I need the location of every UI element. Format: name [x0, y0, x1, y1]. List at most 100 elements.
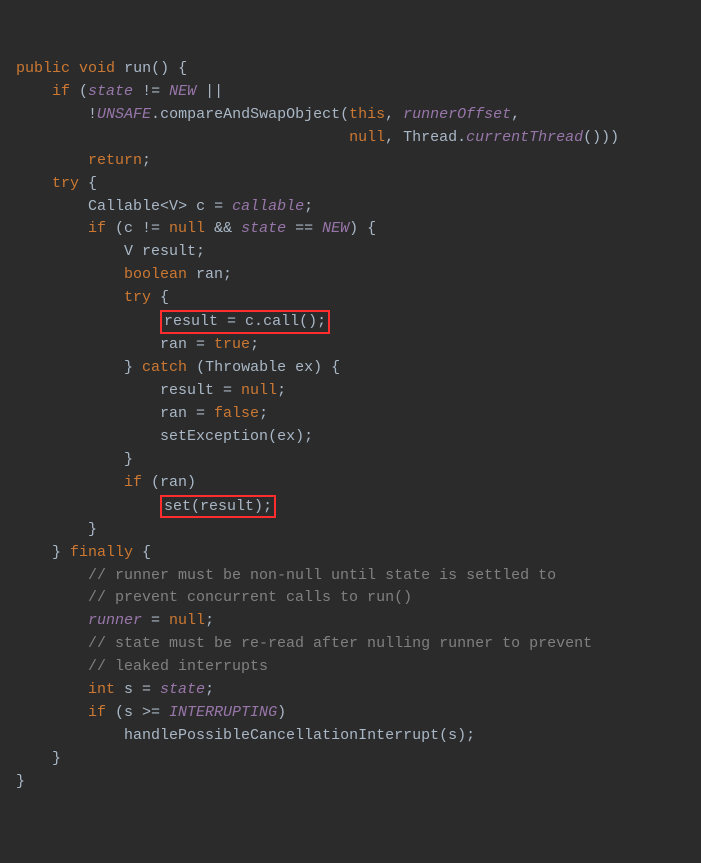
- kw-try: try: [124, 289, 151, 306]
- call-set: set: [164, 498, 191, 515]
- cond: (ran): [142, 474, 196, 491]
- brace: }: [88, 521, 97, 538]
- class-thread: Thread.: [403, 129, 466, 146]
- cond: (s >=: [106, 704, 169, 721]
- kw-this: this: [349, 106, 385, 123]
- kw-public: public: [16, 60, 70, 77]
- op-and: &&: [205, 220, 241, 237]
- field-callable: callable: [232, 198, 304, 215]
- kw-null: null: [349, 129, 385, 146]
- sc: ;: [277, 382, 286, 399]
- brace: }: [124, 359, 133, 376]
- type-v: V: [124, 243, 133, 260]
- decl-ran: ran;: [187, 266, 232, 283]
- paren: ())): [583, 129, 619, 146]
- sc: ;: [304, 198, 313, 215]
- paren: (): [151, 60, 169, 77]
- dot: .: [151, 106, 160, 123]
- sc: ;: [259, 405, 268, 422]
- brace: }: [52, 544, 61, 561]
- comment: // runner must be non-null until state i…: [88, 567, 556, 584]
- field-runner: runner: [88, 612, 142, 629]
- kw-if: if: [124, 474, 142, 491]
- kw-null: null: [241, 382, 277, 399]
- op-eq: ==: [286, 220, 322, 237]
- kw-false: false: [214, 405, 259, 422]
- args: (ex): [268, 428, 304, 445]
- kw-if: if: [88, 220, 106, 237]
- brace: {: [142, 544, 151, 561]
- call-setexception: setException: [160, 428, 268, 445]
- assign-ran: ran =: [160, 336, 214, 353]
- field-state: state: [241, 220, 286, 237]
- brace: }: [124, 451, 133, 468]
- kw-try: try: [52, 175, 79, 192]
- brace: {: [79, 175, 97, 192]
- highlight-box-2: set(result);: [160, 495, 276, 519]
- code-block: public void run() { if (state != NEW || …: [16, 58, 685, 794]
- args: (s): [439, 727, 466, 744]
- call-hpci: handlePossibleCancellationInterrupt: [124, 727, 439, 744]
- kw-if: if: [52, 83, 70, 100]
- kw-finally: finally: [61, 544, 142, 561]
- field-state: state: [160, 681, 205, 698]
- field-ro: runnerOffset: [403, 106, 511, 123]
- comma: ,: [385, 129, 403, 146]
- field-unsafe: UNSAFE: [97, 106, 151, 123]
- op-ne: !=: [133, 83, 169, 100]
- field-state: state: [88, 83, 133, 100]
- const-new: NEW: [169, 83, 196, 100]
- kw-return: return: [88, 152, 142, 169]
- method-run: run: [124, 60, 151, 77]
- kw-boolean: boolean: [124, 266, 187, 283]
- sc: ;: [304, 428, 313, 445]
- call-call: call: [263, 313, 299, 330]
- op-bang: !: [88, 106, 97, 123]
- comment: // prevent concurrent calls to run(): [88, 589, 412, 606]
- type-callable: Callable: [88, 198, 160, 215]
- args: (result): [191, 498, 263, 515]
- sc: ;: [142, 152, 151, 169]
- kw-if: if: [88, 704, 106, 721]
- highlight-box-1: result = c.call();: [160, 310, 330, 334]
- sc: ;: [205, 681, 214, 698]
- assign-ran: ran =: [160, 405, 214, 422]
- call-ct: currentThread: [466, 129, 583, 146]
- paren: (: [340, 106, 349, 123]
- brace: }: [16, 773, 25, 790]
- const-interrupting: INTERRUPTING: [169, 704, 277, 721]
- paren: (: [70, 83, 88, 100]
- gt: >: [178, 198, 187, 215]
- expr: (c !=: [106, 220, 169, 237]
- const-new: NEW: [322, 220, 349, 237]
- comment: // state must be re-read after nulling r…: [88, 635, 592, 652]
- sc: ;: [263, 498, 272, 515]
- comment: // leaked interrupts: [88, 658, 268, 675]
- brace: {: [169, 60, 187, 77]
- brace: ) {: [349, 220, 376, 237]
- catch-param: (Throwable ex) {: [196, 359, 340, 376]
- call-cas: compareAndSwapObject: [160, 106, 340, 123]
- kw-true: true: [214, 336, 250, 353]
- op-or: ||: [196, 83, 223, 100]
- comma: ,: [385, 106, 403, 123]
- sc: ;: [466, 727, 475, 744]
- lt: <: [160, 198, 169, 215]
- sc: ;: [205, 612, 214, 629]
- kw-int: int: [88, 681, 115, 698]
- kw-null: null: [169, 220, 205, 237]
- kw-catch: catch: [133, 359, 196, 376]
- kw-void: void: [79, 60, 115, 77]
- sc: ;: [250, 336, 259, 353]
- brace: {: [151, 289, 169, 306]
- assign-s: s =: [115, 681, 160, 698]
- type-v: V: [169, 198, 178, 215]
- paren: ();: [299, 313, 326, 330]
- brace: }: [52, 750, 61, 767]
- assign: c =: [187, 198, 232, 215]
- assign-result: result =: [160, 382, 241, 399]
- assign-result: result = c.: [164, 313, 263, 330]
- comma: ,: [511, 106, 520, 123]
- kw-null: null: [169, 612, 205, 629]
- paren: ): [277, 704, 286, 721]
